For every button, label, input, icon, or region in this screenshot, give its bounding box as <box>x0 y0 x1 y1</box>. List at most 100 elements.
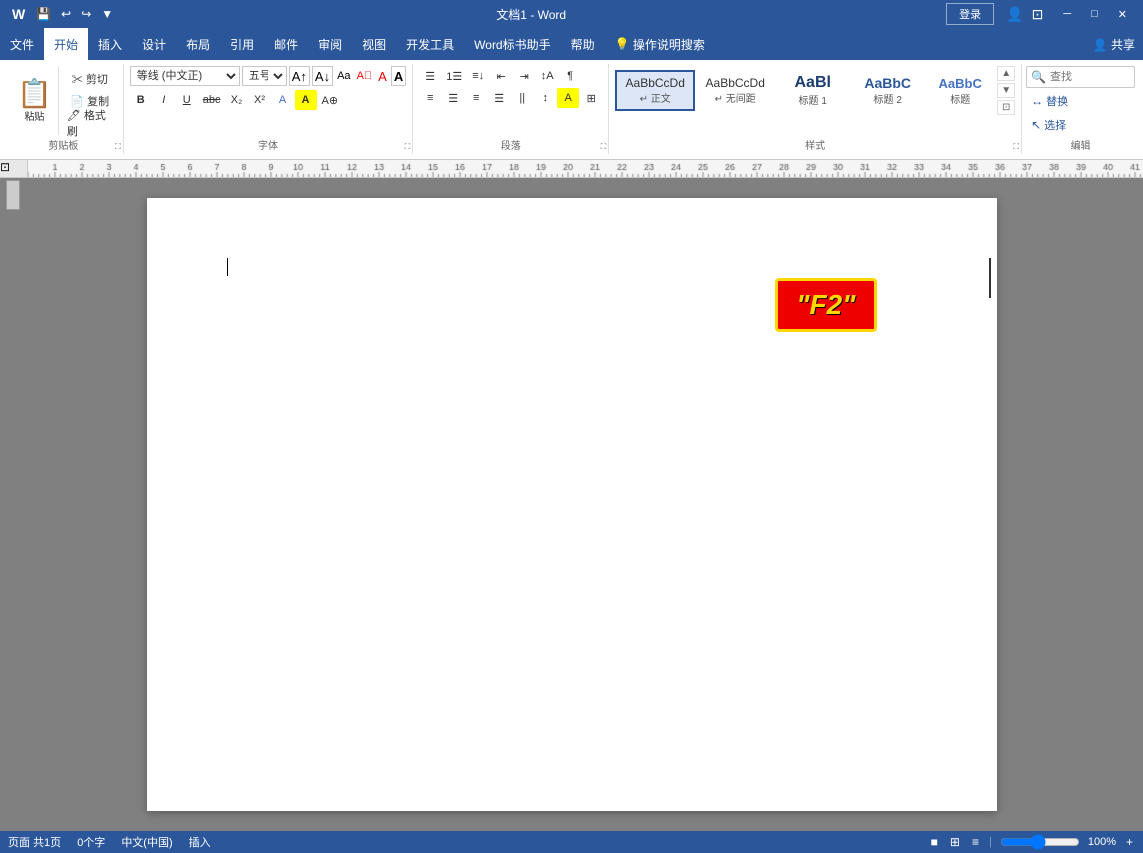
share-icon[interactable]: ⊡ <box>1032 6 1044 23</box>
font-size-select[interactable]: 五号 小四 四号 <box>242 66 287 86</box>
style-heading[interactable]: AaBbC 标题 <box>925 70 995 112</box>
paste-button[interactable]: 📋 粘贴 <box>10 66 59 136</box>
font-format-row: B I U abc X₂ X² A A A⊕ <box>130 90 342 110</box>
title-bar-center: 文档1 - Word <box>116 6 946 23</box>
select-label: 选择 <box>1044 117 1066 133</box>
font-name-size-row: 等线 (中文正) 五号 小四 四号 A↑ A↓ Aa A⃝ A A <box>130 66 406 86</box>
menu-file[interactable]: 文件 <box>0 28 44 60</box>
styles-scroll-up[interactable]: ▲ <box>997 66 1015 81</box>
select-icon: ↖ <box>1031 118 1041 132</box>
title-bar-right: 登录 👤 ⊡ ─ □ ✕ <box>946 3 1135 25</box>
decrease-font-button[interactable]: A↓ <box>312 66 333 86</box>
menu-help[interactable]: 帮助 <box>561 28 605 60</box>
text-color-button[interactable]: A <box>272 90 294 110</box>
clipboard-expand-icon[interactable]: ⛶ <box>115 142 121 152</box>
style-heading1[interactable]: AaBl 标题 1 <box>775 68 850 113</box>
lightbulb-icon: 💡 <box>615 37 630 51</box>
menu-home[interactable]: 开始 <box>44 28 88 60</box>
menu-developer[interactable]: 开发工具 <box>396 28 464 60</box>
web-view-button[interactable]: ⊞ <box>948 835 962 849</box>
menu-word-assistant[interactable]: Word标书助手 <box>464 28 560 60</box>
styles-expand-icon[interactable]: ⛶ <box>1014 142 1020 152</box>
subscript-button[interactable]: X₂ <box>226 90 248 110</box>
paragraph-group: ☰ 1☰ ≡↓ ⇤ ⇥ ↕A ¶ ≡ ☰ ≡ ☰ || ↕ A ⊞ <box>413 64 609 154</box>
show-paragraph-button[interactable]: ¶ <box>559 66 581 86</box>
text-cursor <box>227 258 228 276</box>
search-input[interactable] <box>1050 71 1130 83</box>
line-spacing-button[interactable]: ↕ <box>534 88 556 108</box>
italic-button[interactable]: I <box>153 90 175 110</box>
increase-indent-button[interactable]: ⇥ <box>513 66 535 86</box>
menu-design[interactable]: 设计 <box>132 28 176 60</box>
align-right-button[interactable]: ≡ <box>465 88 487 108</box>
customize-icon[interactable]: ▼ <box>98 5 116 23</box>
borders-button[interactable]: ⊞ <box>580 88 602 108</box>
menu-layout[interactable]: 布局 <box>176 28 220 60</box>
font-more-button[interactable]: A⊕ <box>318 90 343 110</box>
menu-search-actions[interactable]: 💡 操作说明搜索 <box>605 28 715 60</box>
font-expand-icon[interactable]: ⛶ <box>405 142 411 152</box>
bold-font-button[interactable]: A <box>391 66 406 86</box>
numbering-button[interactable]: 1☰ <box>442 66 466 86</box>
clipboard-small-buttons: ✂ 剪切 📄 复制 🖊 格式刷 <box>63 69 117 133</box>
align-left-button[interactable]: ≡ <box>419 88 441 108</box>
format-painter-button[interactable]: 🖊 格式刷 <box>63 113 117 133</box>
print-view-button[interactable]: ■ <box>929 835 940 849</box>
superscript-button[interactable]: X² <box>249 90 271 110</box>
edit-label: 编辑 <box>1022 137 1139 152</box>
justify-button[interactable]: ☰ <box>488 88 510 108</box>
menu-bar: 文件 开始 插入 设计 布局 引用 邮件 审阅 视图 开发工具 Word标书助手… <box>0 28 1143 60</box>
column-button[interactable]: || <box>511 88 533 108</box>
read-view-button[interactable]: ≡ <box>970 835 981 849</box>
restore-button[interactable]: □ <box>1083 3 1106 25</box>
align-center-button[interactable]: ☰ <box>442 88 464 108</box>
document-area[interactable]: "F2" <box>0 178 1143 831</box>
zoom-slider[interactable] <box>1000 837 1080 847</box>
clear-format-button[interactable]: A⃝ <box>355 70 375 82</box>
style-heading2[interactable]: AaBbC 标题 2 <box>850 69 925 112</box>
sort-button[interactable]: ↕A <box>536 66 558 86</box>
text-cursor-area <box>227 258 917 276</box>
paragraph-expand-icon[interactable]: ⛶ <box>601 142 607 152</box>
document-page[interactable]: "F2" <box>147 198 997 811</box>
multilevel-list-button[interactable]: ≡↓ <box>467 66 489 86</box>
menu-mailings[interactable]: 邮件 <box>264 28 308 60</box>
close-button[interactable]: ✕ <box>1110 3 1135 25</box>
style-h-preview: AaBbC <box>935 76 985 91</box>
styles-scroll-down[interactable]: ▼ <box>997 83 1015 98</box>
menu-review[interactable]: 审阅 <box>308 28 352 60</box>
user-icon[interactable]: 👤 <box>1006 6 1023 23</box>
highlight-color-button[interactable]: A <box>295 90 317 110</box>
replace-icon: ↔ <box>1031 94 1043 108</box>
increase-font-button[interactable]: A↑ <box>289 66 310 86</box>
menu-view[interactable]: 视图 <box>352 28 396 60</box>
minimize-button[interactable]: ─ <box>1055 3 1079 25</box>
ruler-corner[interactable]: ⊡ <box>0 160 28 178</box>
bold-button[interactable]: B <box>130 90 152 110</box>
decrease-indent-button[interactable]: ⇤ <box>490 66 512 86</box>
underline-button[interactable]: U <box>176 90 198 110</box>
change-case-button[interactable]: Aa <box>335 70 352 82</box>
save-icon[interactable]: 💾 <box>33 5 54 23</box>
share-button[interactable]: 👤 共享 <box>1093 38 1135 52</box>
login-button[interactable]: 登录 <box>946 3 994 25</box>
style-no-space[interactable]: AaBbCcDd ↵ 无间距 <box>695 70 775 111</box>
bullets-button[interactable]: ☰ <box>419 66 441 86</box>
menu-insert[interactable]: 插入 <box>88 28 132 60</box>
redo-icon[interactable]: ↪ <box>78 5 94 23</box>
styles-more[interactable]: ⊡ <box>997 100 1015 115</box>
select-button[interactable]: ↖ 选择 <box>1026 114 1135 136</box>
zoom-in-button[interactable]: + <box>1124 835 1135 849</box>
style-normal[interactable]: AaBbCcDd ↵ 正文 <box>615 70 695 111</box>
search-icon: 🔍 <box>1031 70 1046 84</box>
menu-references[interactable]: 引用 <box>220 28 264 60</box>
font-name-select[interactable]: 等线 (中文正) <box>130 66 240 86</box>
undo-icon[interactable]: ↩ <box>58 5 74 23</box>
shading-button[interactable]: A <box>557 88 579 108</box>
cut-button[interactable]: ✂ 剪切 <box>63 69 117 89</box>
replace-button[interactable]: ↔ 替换 <box>1026 90 1135 112</box>
font-group: 等线 (中文正) 五号 小四 四号 A↑ A↓ Aa A⃝ A A B <box>124 64 413 154</box>
text-highlight-button[interactable]: A <box>376 69 389 84</box>
edit-controls: 🔍 ↔ 替换 ↖ 选择 <box>1026 66 1135 136</box>
strikethrough-button[interactable]: abc <box>199 90 225 110</box>
